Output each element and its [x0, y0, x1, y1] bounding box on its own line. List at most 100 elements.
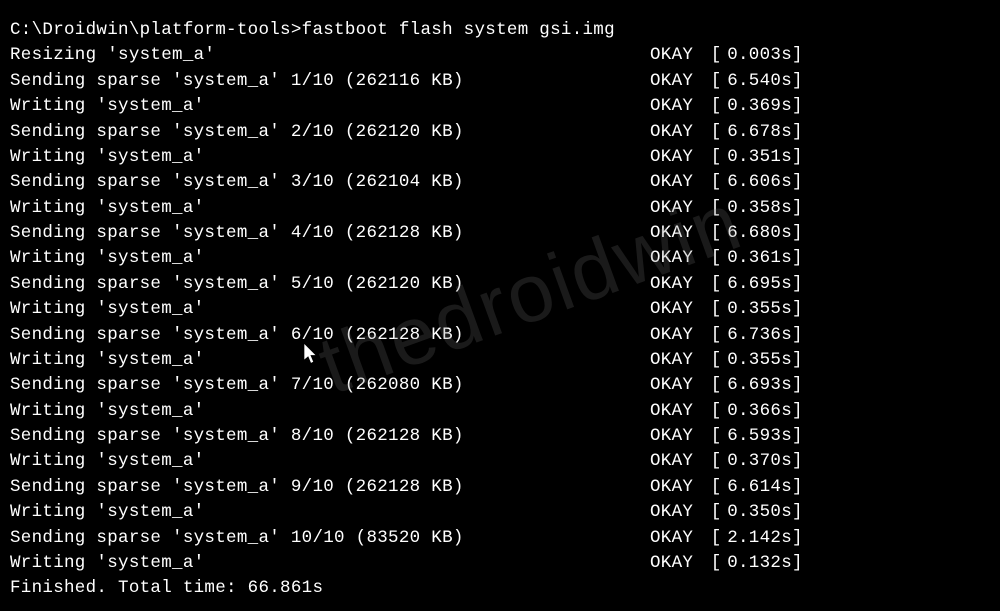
output-line: Writing 'system_a'OKAY [0.350s] [10, 500, 990, 525]
output-line: Sending sparse 'system_a' 6/10 (262128 K… [10, 323, 990, 348]
status-text: OKAY [650, 399, 700, 424]
bracket-left: [ [700, 221, 714, 246]
status-text: OKAY [650, 551, 700, 576]
time-text: 6.540s [714, 69, 792, 94]
operation-text: Sending sparse 'system_a' 3/10 (262104 K… [10, 170, 650, 195]
bracket-left: [ [700, 348, 714, 373]
output-line: Resizing 'system_a'OKAY [0.003s] [10, 43, 990, 68]
output-line: Sending sparse 'system_a' 7/10 (262080 K… [10, 373, 990, 398]
bracket-left: [ [700, 323, 714, 348]
bracket-right: ] [792, 424, 802, 449]
status-text: OKAY [650, 196, 700, 221]
bracket-left: [ [700, 69, 714, 94]
output-line: Writing 'system_a'OKAY [0.369s] [10, 94, 990, 119]
status-text: OKAY [650, 246, 700, 271]
bracket-right: ] [792, 221, 802, 246]
bracket-left: [ [700, 449, 714, 474]
output-line: Sending sparse 'system_a' 3/10 (262104 K… [10, 170, 990, 195]
status-text: OKAY [650, 526, 700, 551]
status-text: OKAY [650, 43, 700, 68]
status-text: OKAY [650, 297, 700, 322]
bracket-right: ] [792, 246, 802, 271]
output-line: Writing 'system_a'OKAY [0.351s] [10, 145, 990, 170]
time-text: 0.355s [714, 297, 792, 322]
time-text: 0.370s [714, 449, 792, 474]
time-text: 6.736s [714, 323, 792, 348]
bracket-left: [ [700, 120, 714, 145]
time-text: 6.593s [714, 424, 792, 449]
status-text: OKAY [650, 272, 700, 297]
time-text: 0.361s [714, 246, 792, 271]
output-line: Sending sparse 'system_a' 10/10 (83520 K… [10, 526, 990, 551]
operation-text: Sending sparse 'system_a' 8/10 (262128 K… [10, 424, 650, 449]
operation-text: Sending sparse 'system_a' 10/10 (83520 K… [10, 526, 650, 551]
output-line: Sending sparse 'system_a' 4/10 (262128 K… [10, 221, 990, 246]
operation-text: Sending sparse 'system_a' 6/10 (262128 K… [10, 323, 650, 348]
output-line: Sending sparse 'system_a' 9/10 (262128 K… [10, 475, 990, 500]
operation-text: Writing 'system_a' [10, 500, 650, 525]
bracket-right: ] [792, 170, 802, 195]
operation-text: Writing 'system_a' [10, 348, 650, 373]
bracket-right: ] [792, 551, 802, 576]
output-line: Sending sparse 'system_a' 5/10 (262120 K… [10, 272, 990, 297]
operation-text: Sending sparse 'system_a' 9/10 (262128 K… [10, 475, 650, 500]
operation-text: Sending sparse 'system_a' 4/10 (262128 K… [10, 221, 650, 246]
output-line: Writing 'system_a'OKAY [0.355s] [10, 297, 990, 322]
finished-line: Finished. Total time: 66.861s [10, 576, 990, 601]
bracket-right: ] [792, 196, 802, 221]
bracket-right: ] [792, 145, 802, 170]
time-text: 6.606s [714, 170, 792, 195]
bracket-right: ] [792, 323, 802, 348]
bracket-left: [ [700, 94, 714, 119]
bracket-right: ] [792, 272, 802, 297]
output-line: Sending sparse 'system_a' 1/10 (262116 K… [10, 69, 990, 94]
time-text: 6.693s [714, 373, 792, 398]
bracket-right: ] [792, 348, 802, 373]
bracket-left: [ [700, 145, 714, 170]
time-text: 6.695s [714, 272, 792, 297]
status-text: OKAY [650, 221, 700, 246]
output-line: Writing 'system_a'OKAY [0.361s] [10, 246, 990, 271]
bracket-left: [ [700, 399, 714, 424]
bracket-right: ] [792, 373, 802, 398]
bracket-left: [ [700, 43, 714, 68]
status-text: OKAY [650, 120, 700, 145]
bracket-left: [ [700, 526, 714, 551]
operation-text: Writing 'system_a' [10, 145, 650, 170]
prompt-path: C:\Droidwin\platform-tools> [10, 20, 302, 40]
time-text: 0.351s [714, 145, 792, 170]
operation-text: Writing 'system_a' [10, 94, 650, 119]
time-text: 6.680s [714, 221, 792, 246]
output-line: Sending sparse 'system_a' 8/10 (262128 K… [10, 424, 990, 449]
operation-text: Sending sparse 'system_a' 7/10 (262080 K… [10, 373, 650, 398]
output-line: Writing 'system_a'OKAY [0.132s] [10, 551, 990, 576]
status-text: OKAY [650, 475, 700, 500]
bracket-right: ] [792, 297, 802, 322]
operation-text: Writing 'system_a' [10, 297, 650, 322]
bracket-right: ] [792, 526, 802, 551]
status-text: OKAY [650, 145, 700, 170]
operation-text: Writing 'system_a' [10, 551, 650, 576]
bracket-right: ] [792, 475, 802, 500]
prompt-line: C:\Droidwin\platform-tools>fastboot flas… [10, 18, 990, 43]
bracket-right: ] [792, 399, 802, 424]
bracket-left: [ [700, 475, 714, 500]
bracket-left: [ [700, 500, 714, 525]
time-text: 0.350s [714, 500, 792, 525]
terminal-output: Resizing 'system_a'OKAY [0.003s]Sending … [10, 43, 990, 576]
operation-text: Sending sparse 'system_a' 1/10 (262116 K… [10, 69, 650, 94]
time-text: 0.132s [714, 551, 792, 576]
status-text: OKAY [650, 500, 700, 525]
status-text: OKAY [650, 449, 700, 474]
bracket-left: [ [700, 373, 714, 398]
operation-text: Resizing 'system_a' [10, 43, 650, 68]
time-text: 0.358s [714, 196, 792, 221]
output-line: Writing 'system_a'OKAY [0.370s] [10, 449, 990, 474]
operation-text: Writing 'system_a' [10, 449, 650, 474]
bracket-right: ] [792, 500, 802, 525]
bracket-left: [ [700, 424, 714, 449]
time-text: 6.614s [714, 475, 792, 500]
status-text: OKAY [650, 424, 700, 449]
bracket-right: ] [792, 94, 802, 119]
output-line: Sending sparse 'system_a' 2/10 (262120 K… [10, 120, 990, 145]
